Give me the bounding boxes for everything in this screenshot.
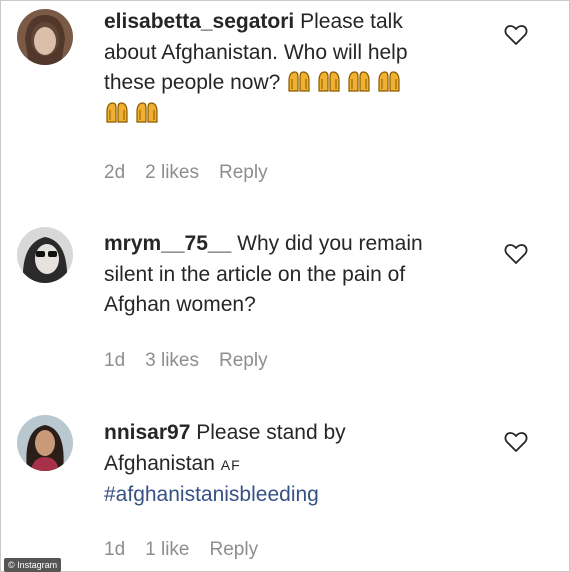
avatar[interactable] [17, 415, 73, 471]
reply-button[interactable]: Reply [219, 350, 268, 372]
reply-button[interactable]: Reply [219, 162, 268, 184]
praying-hands-icon [378, 71, 400, 92]
comment-body-line: about Afghanistan. Who will help [104, 40, 408, 64]
comment-text: nnisar97 Please stand by Afghanistan AF … [104, 418, 484, 511]
like-heart-icon[interactable] [504, 243, 528, 265]
like-heart-icon[interactable] [504, 24, 528, 46]
comment-body-line: Afghan women? [104, 293, 256, 316]
comment-username[interactable]: elisabetta_segatori [104, 10, 294, 33]
comment-body-line: Afghanistan [104, 451, 215, 475]
praying-hands-icon [106, 101, 128, 123]
comment-meta: 2d 2 likes Reply [104, 162, 268, 184]
comment-meta: 1d 3 likes Reply [104, 350, 268, 372]
hashtag-link[interactable]: #afghanistanisbleeding [104, 483, 319, 506]
comment-meta: 1d 1 like Reply [104, 539, 258, 561]
comment-username[interactable]: mrym__75__ [104, 232, 231, 255]
comment-time: 1d [104, 350, 126, 371]
comment-likes[interactable]: 3 likes [145, 350, 199, 372]
comment-text: mrym__75__ Why did you remain silent in … [104, 229, 484, 321]
comment-text: elisabetta_segatori Please talk about Af… [104, 7, 484, 129]
flag-af-icon: AF [220, 456, 241, 473]
praying-hands-icon [136, 101, 158, 123]
comment-body-line: Please stand by [196, 421, 346, 444]
avatar[interactable] [17, 9, 73, 65]
praying-hands-icon [318, 71, 340, 92]
praying-hands-icon [348, 71, 370, 92]
comment-likes[interactable]: 1 like [145, 539, 189, 561]
comment-body-line: silent in the article on the pain of [104, 262, 406, 286]
comment-likes[interactable]: 2 likes [145, 162, 199, 184]
like-heart-icon[interactable] [504, 431, 528, 453]
comment-body-line: Please talk [300, 10, 403, 33]
praying-hands-icon [288, 71, 310, 92]
comment-time: 2d [104, 162, 126, 183]
avatar[interactable] [17, 227, 73, 283]
comment-body-line: these people now? [104, 71, 281, 94]
comment-time: 1d [104, 539, 126, 560]
comments-panel: elisabetta_segatori Please talk about Af… [0, 0, 570, 572]
reply-button[interactable]: Reply [210, 539, 259, 561]
comment-username[interactable]: nnisar97 [104, 421, 190, 444]
comment-body-line: Why did you remain [237, 232, 423, 255]
instagram-watermark: © Instagram [4, 558, 62, 572]
